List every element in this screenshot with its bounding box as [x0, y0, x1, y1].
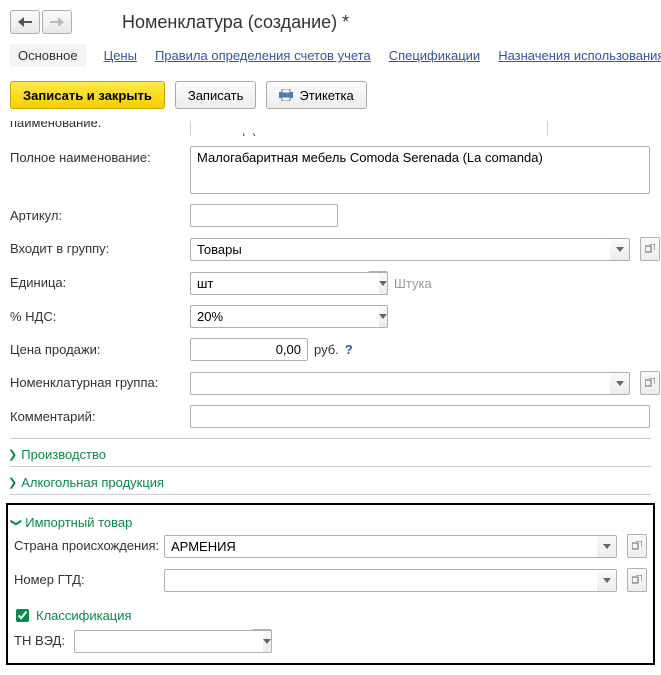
- name-input-cut[interactable]: малогаоаритная меоель Comoda Serenada (L…: [190, 121, 548, 136]
- nomgroup-label: Номенклатурная группа:: [10, 371, 190, 390]
- price-input[interactable]: [190, 338, 308, 361]
- nomgroup-dropdown-button[interactable]: [610, 372, 630, 395]
- group-label: Входит в группу:: [10, 237, 190, 256]
- nav-back-button[interactable]: [10, 10, 40, 34]
- chevron-down-icon: [616, 247, 624, 252]
- arrow-right-icon: [50, 17, 64, 27]
- chevron-down-icon: [379, 281, 387, 286]
- tabs-bar: Основное Цены Правила определения счетов…: [10, 44, 651, 67]
- save-close-button[interactable]: Записать и закрыть: [10, 81, 165, 109]
- printer-icon: [279, 89, 293, 101]
- tab-accounts[interactable]: Правила определения счетов учета: [155, 48, 371, 63]
- save-button[interactable]: Записать: [175, 81, 257, 109]
- unit-input[interactable]: [190, 272, 379, 295]
- sku-input[interactable]: [190, 204, 338, 227]
- nav-forward-button[interactable]: [42, 10, 72, 34]
- section-production-label: Производство: [21, 447, 106, 462]
- chevron-down-icon: [263, 639, 271, 644]
- country-input[interactable]: [164, 535, 597, 558]
- open-icon: [645, 244, 655, 254]
- open-icon: [632, 541, 642, 551]
- chevron-down-icon: [603, 544, 611, 549]
- chevron-right-icon: ❯: [8, 448, 17, 461]
- section-alcohol-label: Алкогольная продукция: [21, 475, 164, 490]
- tab-main[interactable]: Основное: [10, 44, 86, 67]
- gtd-input[interactable]: [164, 569, 597, 592]
- import-section-box: ❯ Импортный товар Страна происхождения: …: [6, 503, 655, 665]
- country-label: Страна происхождения:: [14, 534, 164, 553]
- sku-label: Артикул:: [10, 204, 190, 223]
- gtd-open-button[interactable]: [627, 568, 647, 592]
- price-help-button[interactable]: ?: [345, 342, 353, 357]
- vat-input[interactable]: [190, 305, 379, 328]
- tnved-label: ТН ВЭД:: [14, 629, 74, 648]
- tnved-input[interactable]: [74, 630, 263, 653]
- chevron-right-icon: ❯: [8, 476, 17, 489]
- chevron-down-icon: [616, 381, 624, 386]
- tab-prices[interactable]: Цены: [104, 48, 137, 63]
- group-open-button[interactable]: [640, 237, 660, 261]
- unit-label: Единица:: [10, 271, 190, 290]
- section-import[interactable]: ❯ Импортный товар: [12, 515, 647, 530]
- price-label: Цена продажи:: [10, 338, 190, 357]
- nomgroup-input[interactable]: [190, 372, 610, 395]
- classification-checkbox[interactable]: Классификация: [12, 606, 132, 625]
- group-dropdown-button[interactable]: [610, 238, 630, 261]
- comment-input[interactable]: [190, 405, 650, 428]
- open-icon: [645, 378, 655, 388]
- label-button-text: Этикетка: [299, 88, 353, 103]
- vat-label: % НДС:: [10, 305, 190, 324]
- classification-label: Классификация: [36, 608, 132, 623]
- open-icon: [632, 575, 642, 585]
- tab-usage[interactable]: Назначения использования: [498, 48, 661, 63]
- fullname-label: Полное наименование:: [10, 146, 190, 165]
- section-import-label: Импортный товар: [25, 515, 132, 530]
- nomgroup-open-button[interactable]: [640, 371, 660, 395]
- tab-specs[interactable]: Спецификации: [389, 48, 481, 63]
- chevron-down-icon: ❯: [10, 518, 23, 527]
- label-button[interactable]: Этикетка: [266, 81, 366, 109]
- name-label: паименование.: [10, 121, 190, 136]
- chevron-down-icon: [603, 578, 611, 583]
- fullname-input[interactable]: Малогабаритная мебель Comoda Serenada (L…: [190, 146, 650, 194]
- page-title: Номенклатура (создание) *: [122, 12, 349, 33]
- chevron-down-icon: [379, 314, 387, 319]
- price-currency: руб.: [314, 342, 339, 357]
- arrow-left-icon: [18, 17, 32, 27]
- vat-dropdown-button[interactable]: [379, 305, 388, 328]
- classification-checkbox-input[interactable]: [16, 609, 29, 622]
- gtd-dropdown-button[interactable]: [597, 569, 617, 592]
- section-alcohol[interactable]: ❯ Алкогольная продукция: [8, 475, 651, 490]
- country-dropdown-button[interactable]: [597, 535, 617, 558]
- unit-dropdown-button[interactable]: [379, 272, 388, 295]
- gtd-label: Номер ГТД:: [14, 568, 164, 587]
- country-open-button[interactable]: [627, 534, 647, 558]
- tnved-dropdown-button[interactable]: [263, 630, 272, 653]
- section-production[interactable]: ❯ Производство: [8, 447, 651, 462]
- group-input[interactable]: [190, 238, 610, 261]
- unit-hint: Штука: [394, 276, 432, 291]
- comment-label: Комментарий:: [10, 405, 190, 424]
